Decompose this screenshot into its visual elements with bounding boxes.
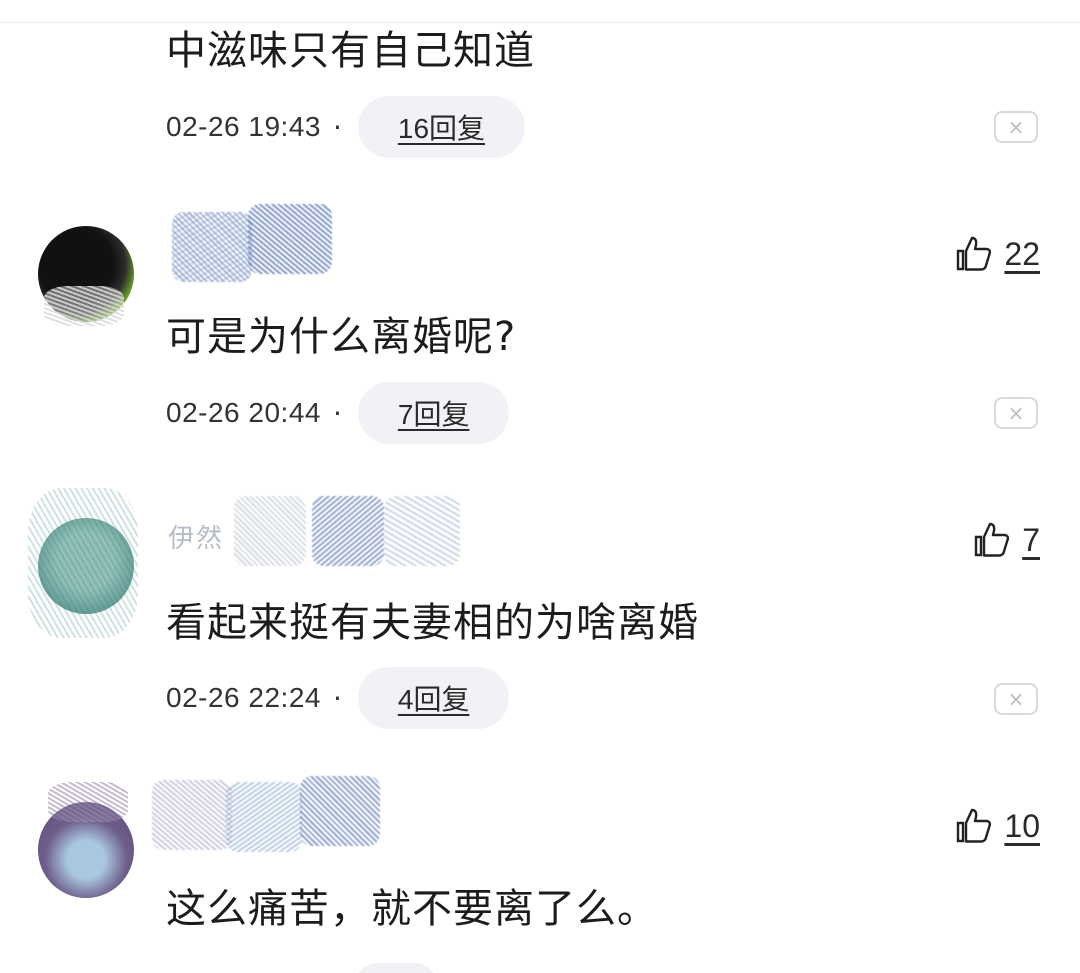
username-blur	[226, 782, 302, 852]
username-blur	[300, 776, 380, 846]
thumbs-up-icon	[957, 808, 992, 843]
meta-separator: ·	[332, 110, 342, 144]
avatar[interactable]	[38, 782, 134, 898]
meta-separator: ·	[332, 681, 342, 715]
username-blur	[312, 496, 384, 566]
divider	[0, 22, 1080, 23]
thumbs-up-icon	[975, 522, 1010, 557]
comment-username[interactable]: 伊然	[168, 518, 224, 562]
like-button[interactable]: 10	[954, 804, 1040, 848]
close-icon[interactable]: ×	[994, 111, 1038, 143]
username-blur	[172, 212, 252, 282]
comment-time: 02-26 22:24	[166, 682, 321, 713]
like-count: 22	[1004, 235, 1040, 272]
reply-count-button[interactable]: 4回复	[357, 667, 510, 729]
username-blur	[152, 780, 232, 850]
like-button[interactable]: 22	[954, 232, 1040, 276]
comment-meta: 02-26 20:44 · 7回复	[166, 382, 510, 444]
reply-count-button[interactable]: 7回复	[357, 382, 510, 444]
comment-text: 可是为什么离婚呢?	[166, 314, 517, 360]
close-icon[interactable]: ×	[994, 683, 1038, 715]
username-blur	[384, 496, 460, 566]
avatar[interactable]	[38, 226, 134, 326]
reply-count-button[interactable]: 16回复	[357, 96, 526, 158]
close-icon[interactable]: ×	[994, 397, 1038, 429]
comment-text: 中滋味只有自己知道	[166, 28, 535, 74]
like-count: 10	[1004, 807, 1040, 844]
reply-count-button[interactable]	[356, 963, 436, 973]
comment-list: 中滋味只有自己知道 02-26 19:43 · 16回复 × 22 可是为什么离…	[0, 0, 1080, 973]
like-button[interactable]: 7	[972, 518, 1040, 562]
comment-text: 这么痛苦，就不要离了么。	[166, 886, 658, 932]
avatar[interactable]	[28, 488, 138, 638]
username-blur	[234, 496, 306, 566]
comment-time: 02-26 20:44	[166, 397, 321, 428]
username-blur	[248, 204, 332, 274]
comment-meta: 02-26 19:43 · 16回复	[166, 96, 526, 158]
like-count: 7	[1022, 521, 1040, 558]
comment-text: 看起来挺有夫妻相的为啥离婚	[166, 600, 699, 646]
comment-meta	[166, 952, 436, 973]
comment-time: 02-26 19:43	[166, 111, 321, 142]
meta-separator: ·	[332, 396, 342, 430]
comment-meta: 02-26 22:24 · 4回复	[166, 667, 510, 729]
thumbs-up-icon	[957, 236, 992, 271]
